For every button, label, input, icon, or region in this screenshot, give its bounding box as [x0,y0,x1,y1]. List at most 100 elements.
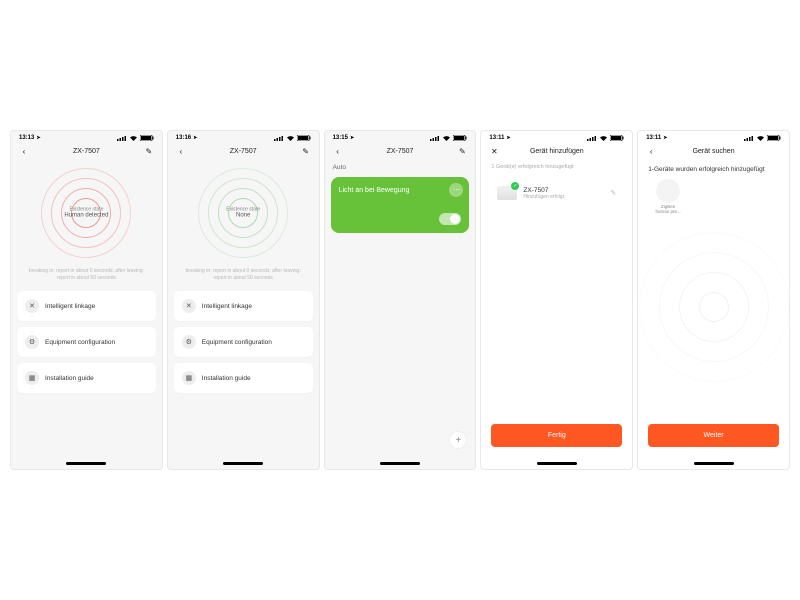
page-title: ZX-7507 [29,148,144,155]
chip-line2: human pre... [656,210,681,215]
device-row[interactable]: ✓ ZX-7507 Hinzufügen erfolgr. ✎ [489,178,624,208]
row-intelligent-linkage[interactable]: ✕ Intelligent linkage [174,291,313,321]
battery-icon [453,135,467,141]
header: ‹ ZX-7507 ✎ [11,143,162,160]
location-icon: ➤ [193,135,197,141]
header: ‹ Gerät suchen [638,143,789,160]
row-installation-guide[interactable]: ▦ Installation guide [174,363,313,393]
row-installation-guide[interactable]: ▦ Installation guide [17,363,156,393]
status-time: 13:15 [333,135,348,141]
next-button[interactable]: Weiter [648,424,779,447]
state-value: None [226,212,260,219]
device-name: ZX-7507 [523,187,604,194]
row-label: Intelligent linkage [45,303,95,310]
home-indicator[interactable] [694,462,734,465]
wifi-icon [442,135,451,141]
back-icon[interactable]: ‹ [176,147,186,156]
device-thumb [656,179,680,203]
home-indicator[interactable] [537,462,577,465]
home-indicator[interactable] [380,462,420,465]
edit-icon[interactable]: ✎ [301,147,311,156]
back-icon[interactable]: ‹ [333,147,343,156]
screen-sensor-none: 13:16➤ ‹ ZX-7507 ✎ Existence state None [167,130,320,470]
search-radar [639,232,789,382]
gear-icon: ⚙ [182,335,196,349]
statusbar: 13:16➤ [168,131,319,143]
statusbar: 13:15➤ [325,131,476,143]
wifi-icon [129,135,138,141]
more-icon[interactable]: ⋯ [449,183,463,197]
row-label: Installation guide [45,375,94,382]
done-button[interactable]: Fertig [491,424,622,447]
row-intelligent-linkage[interactable]: ✕ Intelligent linkage [17,291,156,321]
found-text: 1-Geräte wurden erfolgreich hinzugefügt [638,160,789,175]
location-icon: ➤ [663,135,667,141]
page-title: ZX-7507 [343,148,458,155]
signal-icon [587,135,597,141]
gear-icon: ⚙ [25,335,39,349]
automation-title: Licht an bei Bewegung [339,187,462,194]
presence-radar: Existence state Human detected [41,168,131,258]
presence-radar: Existence state None [198,168,288,258]
automation-card[interactable]: Licht an bei Bewegung ⋯ [331,177,470,233]
rename-icon[interactable]: ✎ [610,189,616,197]
screen-add-device: 13:11➤ ✕ Gerät hinzufügen 1 Gerät(e) erf… [480,130,633,470]
home-indicator[interactable] [223,462,263,465]
statusbar: 13:13➤ [11,131,162,143]
battery-icon [297,135,311,141]
location-icon: ➤ [36,135,40,141]
check-icon: ✓ [511,182,519,190]
close-icon[interactable]: ✕ [489,147,499,156]
guide-icon: ▦ [25,371,39,385]
row-label: Intelligent linkage [202,303,252,310]
location-icon: ➤ [506,135,510,141]
status-time: 13:11 [646,135,661,141]
signal-icon [274,135,284,141]
back-icon[interactable]: ‹ [646,147,656,156]
row-equipment-config[interactable]: ⚙ Equipment configuration [174,327,313,357]
signal-icon [117,135,127,141]
location-icon: ➤ [350,135,354,141]
linkage-icon: ✕ [25,299,39,313]
edit-icon[interactable]: ✎ [144,147,154,156]
row-label: Equipment configuration [202,339,272,346]
add-button[interactable]: + [449,431,467,449]
timing-note: breaking in: report in about 0 seconds; … [11,262,162,291]
battery-icon [767,135,781,141]
wifi-icon [599,135,608,141]
header: ‹ ZX-7507 ✎ [168,143,319,160]
edit-icon[interactable]: ✎ [457,147,467,156]
found-device-chip[interactable]: ZigBee human pre... [648,179,688,215]
helper-text: 1 Gerät(e) erfolgreich hinzugefügt [481,160,632,174]
section-auto: Auto [325,160,476,175]
state-value: Human detected [64,212,108,219]
row-label: Installation guide [202,375,251,382]
screen-automation: 13:15➤ ‹ ZX-7507 ✎ Auto Licht an bei Bew… [324,130,477,470]
page-title: Gerät hinzufügen [499,148,614,155]
status-time: 13:11 [489,135,504,141]
status-time: 13:13 [19,135,34,141]
screen-sensor-detected: 13:13➤ ‹ ZX-7507 ✎ Existence state Human… [10,130,163,470]
page-title: Gerät suchen [656,148,771,155]
back-icon[interactable]: ‹ [19,147,29,156]
timing-note: breaking in: report in about 0 seconds; … [168,262,319,291]
row-equipment-config[interactable]: ⚙ Equipment configuration [17,327,156,357]
wifi-icon [286,135,295,141]
header: ✕ Gerät hinzufügen [481,143,632,160]
device-status: Hinzufügen erfolgr. [523,194,604,200]
signal-icon [430,135,440,141]
automation-toggle[interactable] [439,213,461,225]
header: ‹ ZX-7507 ✎ [325,143,476,160]
home-indicator[interactable] [66,462,106,465]
wifi-icon [756,135,765,141]
statusbar: 13:11➤ [638,131,789,143]
screen-search-device: 13:11➤ ‹ Gerät suchen 1-Geräte wurden er… [637,130,790,470]
status-time: 13:16 [176,135,191,141]
battery-icon [610,135,624,141]
guide-icon: ▦ [182,371,196,385]
row-label: Equipment configuration [45,339,115,346]
statusbar: 13:11➤ [481,131,632,143]
signal-icon [744,135,754,141]
linkage-icon: ✕ [182,299,196,313]
page-title: ZX-7507 [186,148,301,155]
